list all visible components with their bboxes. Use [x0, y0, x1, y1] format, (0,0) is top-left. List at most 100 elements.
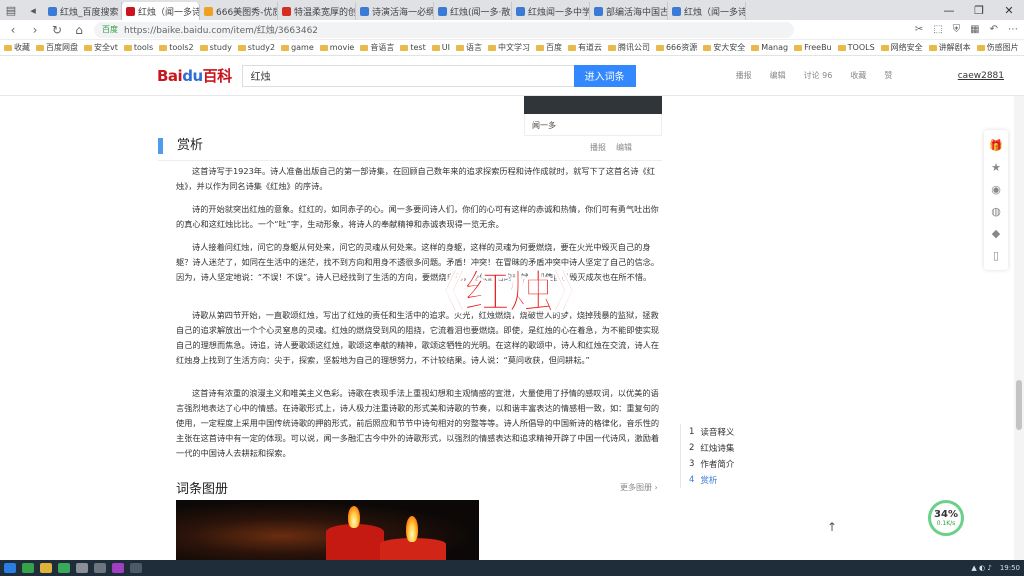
bookmark-item[interactable]: 有道云: [567, 42, 602, 53]
bookmark-item[interactable]: 中文学习: [487, 42, 530, 53]
bookmark-item[interactable]: FreeBu: [794, 43, 832, 52]
bookmark-label: 百度网盘: [46, 43, 78, 52]
undo-icon[interactable]: ↶: [990, 24, 998, 35]
more-icon[interactable]: ⋯: [1008, 24, 1018, 35]
bookmark-item[interactable]: tools2: [159, 43, 194, 52]
search-input[interactable]: 红烛: [241, 64, 574, 87]
toc-item[interactable]: 2 红烛诗集: [689, 440, 790, 456]
bookmark-item[interactable]: 腾讯公司: [607, 42, 650, 53]
app-icon-dark[interactable]: [130, 563, 142, 573]
tray-icons[interactable]: ▲ ◐ ♪: [971, 564, 991, 572]
header-action[interactable]: 赞: [884, 70, 892, 81]
scrollbar-thumb[interactable]: [1016, 380, 1022, 430]
bookmark-item[interactable]: 666资源: [655, 42, 697, 53]
edit-link[interactable]: 编辑: [616, 142, 632, 153]
bookmark-item[interactable]: 安全vt: [84, 42, 118, 53]
maximize-button[interactable]: ❐: [964, 4, 994, 17]
author-thumbnail[interactable]: [524, 96, 662, 114]
browser-tab[interactable]: 红烛（闻一多诗集）✕: [122, 2, 200, 20]
bookmark-item[interactable]: 语言: [455, 42, 482, 53]
browser-tab[interactable]: 红烛(闻一多·散文)读诗✕: [434, 2, 512, 20]
cut-icon[interactable]: ✂: [915, 24, 923, 35]
folder-icon[interactable]: [40, 563, 52, 573]
url-input[interactable]: 百度 https://baike.baidu.com/item/红烛/36634…: [94, 21, 794, 38]
bookmark-label: 收藏: [14, 43, 30, 52]
folder-icon: [837, 44, 846, 51]
gallery-more-link[interactable]: 更多图册 ›: [620, 482, 658, 493]
back-to-top-icon[interactable]: ↑: [822, 520, 842, 540]
os-taskbar: ▲ ◐ ♪ 19:50: [0, 560, 1024, 576]
browser-menu-icon[interactable]: ▤: [2, 1, 20, 19]
broadcast-link[interactable]: 播报: [590, 142, 606, 153]
browser-tab[interactable]: 诗演活海一必纲（上）✕: [356, 2, 434, 20]
start-icon[interactable]: [4, 563, 16, 573]
bookmark-item[interactable]: game: [281, 43, 314, 52]
toc-item[interactable]: 4 赏析: [689, 472, 790, 488]
bookmark-item[interactable]: movie: [319, 43, 354, 52]
bookmark-item[interactable]: study2: [237, 43, 275, 52]
mobile-icon[interactable]: ▯: [993, 249, 999, 262]
close-window-button[interactable]: ✕: [994, 4, 1024, 17]
bookmark-item[interactable]: 伤感图片: [976, 42, 1019, 53]
bookmark-item[interactable]: 讲解剧本: [928, 42, 971, 53]
toc-item[interactable]: 3 作者简介: [689, 456, 790, 472]
page-scrollbar[interactable]: [1014, 96, 1024, 560]
folder-icon: [159, 44, 168, 51]
tab-label: 红烛(闻一多·散文)读诗: [450, 7, 511, 18]
browser-tab[interactable]: 红烛（闻一多诗集）✕: [668, 2, 746, 20]
extension-icon[interactable]: ⬚: [933, 24, 942, 35]
home-icon[interactable]: ⌂: [72, 23, 86, 37]
toc-item[interactable]: 1 读音释义: [689, 424, 790, 440]
app-icon-gray-2[interactable]: [94, 563, 106, 573]
tab-favicon-icon: [360, 6, 369, 16]
header-action[interactable]: 收藏: [850, 70, 866, 81]
forward-icon[interactable]: ›: [28, 23, 42, 37]
browser-back-tab-icon[interactable]: ◂: [24, 1, 42, 19]
bookmark-item[interactable]: 百度网盘: [36, 42, 78, 53]
bookmark-item[interactable]: tools: [123, 43, 153, 52]
bookmark-item[interactable]: 收藏: [4, 42, 30, 53]
toc-label: 读音释义: [700, 428, 735, 438]
weibo-icon[interactable]: ◉: [991, 183, 1001, 196]
gift-icon[interactable]: 🎁: [989, 139, 1003, 152]
app-icon-gray[interactable]: [76, 563, 88, 573]
folder-icon: [281, 44, 290, 51]
app-icon-green[interactable]: [22, 563, 34, 573]
bookmark-item[interactable]: UI: [431, 43, 450, 52]
header-action[interactable]: 讨论 96: [804, 70, 833, 81]
grid-icon[interactable]: ▦: [970, 24, 979, 35]
gallery-image-candles[interactable]: [176, 500, 479, 560]
bookmark-item[interactable]: TOOLS: [837, 43, 875, 52]
bookmark-item[interactable]: test: [400, 43, 426, 52]
shield-icon[interactable]: ⛨: [953, 24, 961, 35]
qq-icon[interactable]: ◆: [992, 227, 1000, 240]
browser-tab[interactable]: 特温柔宽厚的创诗✕: [278, 2, 356, 20]
baike-logo[interactable]: Baidu百科: [157, 65, 232, 86]
bookmark-item[interactable]: 百度: [535, 42, 562, 53]
minimize-button[interactable]: —: [934, 4, 964, 17]
bookmark-item[interactable]: 音语言: [360, 42, 394, 53]
star-icon[interactable]: ★: [991, 161, 1001, 174]
header-action[interactable]: 播报: [736, 70, 752, 81]
enter-entry-button[interactable]: 进入词条: [573, 64, 636, 87]
tab-label: 部编活海中国古诗集: [606, 7, 667, 18]
bookmark-item[interactable]: 网络安全: [880, 42, 923, 53]
header-action[interactable]: 编辑: [770, 70, 786, 81]
bookmark-item[interactable]: 安大安全: [703, 42, 745, 53]
browser-tab[interactable]: 部编活海中国古诗集✕: [590, 2, 668, 20]
user-link[interactable]: caew2881: [958, 71, 1004, 81]
reload-icon[interactable]: ↻: [50, 23, 64, 37]
network-speed-widget[interactable]: 34% 0.1K/s: [928, 500, 964, 536]
browser-tab[interactable]: 红烛闻一多中学文探讨✕: [512, 2, 590, 20]
bookmark-label: 安全vt: [94, 43, 118, 52]
back-icon[interactable]: ‹: [6, 23, 20, 37]
wechat-icon[interactable]: ◍: [991, 205, 1001, 218]
wechat-task-icon[interactable]: [58, 563, 70, 573]
browser-tab[interactable]: 666美图秀-优质图片✕: [200, 2, 278, 20]
browser-tab[interactable]: 红烛_百度搜索✕: [44, 2, 122, 20]
bookmark-item[interactable]: study: [199, 43, 232, 52]
address-bar-row: ‹ › ↻ ⌂ 百度 https://baike.baidu.com/item/…: [0, 20, 1024, 40]
bookmark-item[interactable]: Manag: [751, 43, 788, 52]
app-icon-purple[interactable]: [112, 563, 124, 573]
folder-icon: [400, 44, 409, 51]
